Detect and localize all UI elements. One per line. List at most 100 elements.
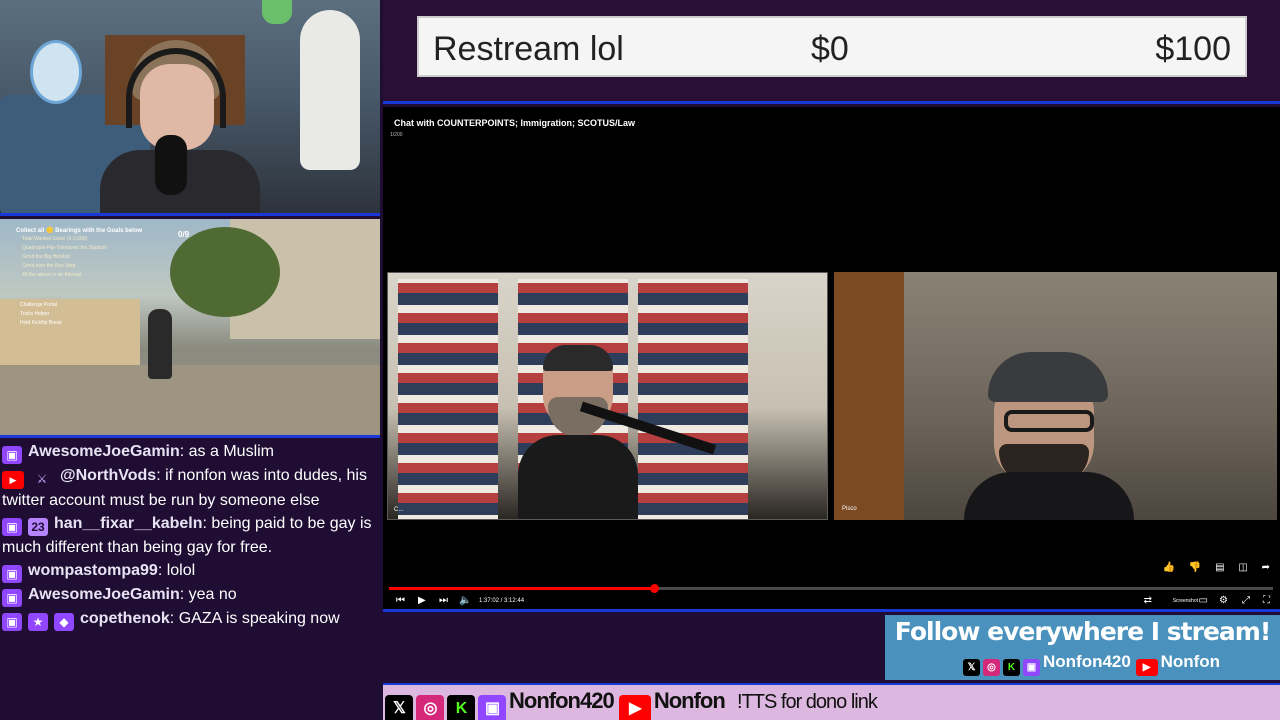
chat-icon[interactable]: ◫ bbox=[1238, 562, 1247, 573]
donation-goal-panel: Restream lol $0 $100 bbox=[383, 0, 1280, 104]
captions-icon[interactable]: ▭ bbox=[1199, 593, 1208, 609]
x-icon: 𝕏 bbox=[385, 695, 413, 720]
chat-text: as a Muslim bbox=[188, 443, 275, 460]
game-hints: Challenge Portal Tricks Helper Hold Kick… bbox=[20, 301, 62, 328]
ticker-socials: 𝕏 ◎ K ▣ Nonfon420 ▶ Nonfon bbox=[385, 688, 726, 720]
video-player[interactable]: Chat with COUNTERPOINTS; Immigration; SC… bbox=[383, 107, 1280, 612]
twitch-icon: ▣ bbox=[2, 518, 22, 536]
hint-line: Tricks Helper bbox=[20, 311, 50, 317]
chat-message: ▣ wompastompa99: lolol bbox=[0, 559, 380, 583]
chat-text: lolol bbox=[166, 562, 196, 579]
objective: Quadruple Flip-Takedown the Stadium bbox=[22, 245, 108, 251]
loop-icon[interactable]: ⇄ bbox=[1144, 593, 1152, 609]
twitch-icon: ▣ bbox=[1023, 659, 1040, 676]
player-controls: ⏮ ▶ ⏭ 🔈 1:37:02 / 3:12:44 ⇄ Screenshot ▭… bbox=[383, 593, 1280, 609]
moderator-icon: ⚔ bbox=[36, 472, 48, 486]
youtube-icon: ▶ bbox=[1135, 659, 1158, 676]
settings-icon[interactable]: ⚙ bbox=[1219, 593, 1228, 609]
twitch-icon: ▣ bbox=[2, 589, 22, 607]
participant-left bbox=[518, 345, 638, 519]
participant-tile-left: C... bbox=[387, 272, 828, 520]
like-icon[interactable]: 👍 bbox=[1163, 562, 1175, 573]
star-icon: ★ bbox=[28, 613, 48, 631]
ticker-message: !TTS for dono link bbox=[737, 691, 878, 713]
youtube-icon: ▶ bbox=[618, 695, 651, 720]
objectives-title: Collect all 🪙 Bearings with the Goals be… bbox=[16, 228, 143, 234]
fullscreen-icon[interactable]: ⤢ bbox=[1242, 593, 1250, 609]
participant-tile-right: Pisco bbox=[834, 272, 1277, 520]
progress-fill bbox=[389, 587, 655, 590]
youtube-handle: Nonfon bbox=[1160, 652, 1221, 671]
kick-icon: K bbox=[447, 695, 475, 720]
donation-goal-bar: Restream lol $0 $100 bbox=[417, 16, 1247, 77]
game-ground bbox=[0, 365, 380, 435]
kick-icon: K bbox=[1003, 659, 1020, 676]
chat-username: AwesomeJoeGamin bbox=[28, 586, 180, 603]
follow-socials: 𝕏 ◎ K ▣ Nonfon420 ▶ Nonfon bbox=[963, 652, 1220, 676]
progress-bar[interactable] bbox=[389, 584, 1273, 593]
twitch-icon: ▣ bbox=[478, 695, 506, 720]
progress-knob[interactable] bbox=[650, 584, 660, 593]
hint-line: Hold Kickflip Boost bbox=[20, 320, 62, 326]
donation-goal-title: Restream lol bbox=[433, 30, 624, 68]
video-page-counter: 1/200 bbox=[390, 132, 403, 138]
lamp bbox=[262, 0, 292, 24]
volume-icon[interactable]: 🔈 bbox=[459, 593, 471, 609]
next-icon[interactable]: ⏭ bbox=[439, 593, 448, 609]
twitch-icon: ▣ bbox=[2, 613, 22, 631]
participant-right-label: Pisco bbox=[842, 506, 857, 512]
chat-message: ▣ 23 han__fixar__kabeln: being paid to be … bbox=[2, 515, 372, 556]
video-title[interactable]: Chat with COUNTERPOINTS; Immigration; SC… bbox=[394, 118, 635, 128]
chat-message: ▶ ⚔ @NorthVods: if nonfon was into dudes, … bbox=[2, 467, 367, 509]
youtube-handle: Nonfon bbox=[653, 688, 726, 713]
expand-icon[interactable]: ⛶ bbox=[1263, 593, 1270, 609]
twitch-handle: Nonfon420 bbox=[1043, 652, 1131, 671]
bottom-ticker: 𝕏 ◎ K ▣ Nonfon420 ▶ Nonfon !TTS for dono link bbox=[383, 683, 1280, 720]
chat-username: @NorthVods bbox=[60, 467, 157, 484]
game-character bbox=[148, 309, 172, 379]
play-icon[interactable]: ▶ bbox=[418, 593, 426, 609]
participant-body bbox=[518, 435, 638, 519]
participant-right bbox=[964, 352, 1134, 520]
chat-text: yea no bbox=[188, 586, 237, 603]
objective: All the above in an Attempt bbox=[22, 272, 82, 278]
hint-line: Challenge Portal bbox=[20, 302, 57, 308]
twitch-icon: ▣ bbox=[2, 446, 22, 464]
gem-icon: ◆ bbox=[54, 613, 74, 631]
donation-goal-current: $0 bbox=[811, 30, 849, 68]
chat-panel: ▣ AwesomeJoeGamin: as a Muslim ▶ ⚔ @NorthVo… bbox=[0, 435, 380, 720]
game-tree bbox=[170, 227, 280, 317]
chat-username: wompastompa99 bbox=[28, 562, 158, 579]
chat-username: copethenok bbox=[80, 610, 170, 627]
donation-goal-target: $100 bbox=[1155, 30, 1231, 68]
bookshelf bbox=[638, 279, 748, 519]
chat-text: GAZA is speaking now bbox=[178, 610, 340, 627]
baseball-cap bbox=[988, 352, 1108, 402]
chat-username: AwesomeJoeGamin bbox=[28, 443, 180, 460]
webcam-feed bbox=[0, 0, 380, 216]
follow-panel: Follow everywhere I stream! 𝕏 ◎ K ▣ Nonfon42… bbox=[885, 615, 1280, 680]
stream-overlay: Collect all 🪙 Bearings with the Goals be… bbox=[0, 0, 1280, 720]
screenshot-button[interactable]: Screenshot bbox=[1173, 593, 1198, 609]
share-icon[interactable]: ➦ bbox=[1262, 562, 1270, 573]
participant-left-label: C... bbox=[394, 507, 404, 513]
game-capture: Collect all 🪙 Bearings with the Goals be… bbox=[0, 219, 380, 435]
youtube-icon: ▶ bbox=[2, 471, 24, 489]
dislike-icon[interactable]: 👎 bbox=[1189, 562, 1201, 573]
game-objectives: Collect all 🪙 Bearings with the Goals be… bbox=[16, 227, 156, 280]
participant-hair bbox=[543, 345, 613, 371]
face-poster bbox=[30, 40, 82, 104]
chat-text: if nonfon was into dudes, his twitter ac… bbox=[2, 467, 367, 509]
x-icon: 𝕏 bbox=[963, 659, 980, 676]
previous-icon[interactable]: ⏮ bbox=[396, 593, 405, 609]
objective: Total Wanted Score (0-2,000) bbox=[22, 236, 88, 242]
comment-icon[interactable]: ▤ bbox=[1215, 562, 1224, 573]
chat-message: ▣ ★ ◆ copethenok: GAZA is speaking now bbox=[0, 607, 380, 631]
empty-panel bbox=[383, 615, 885, 680]
participant-body bbox=[964, 472, 1134, 520]
closet bbox=[834, 272, 904, 520]
video-action-icons: 👍 👎 ▤ ◫ ➦ bbox=[1152, 562, 1270, 573]
standing-figure bbox=[300, 10, 360, 170]
follow-title: Follow everywhere I stream! bbox=[894, 617, 1271, 646]
time-display: 1:37:02 / 3:12:44 bbox=[479, 598, 525, 604]
